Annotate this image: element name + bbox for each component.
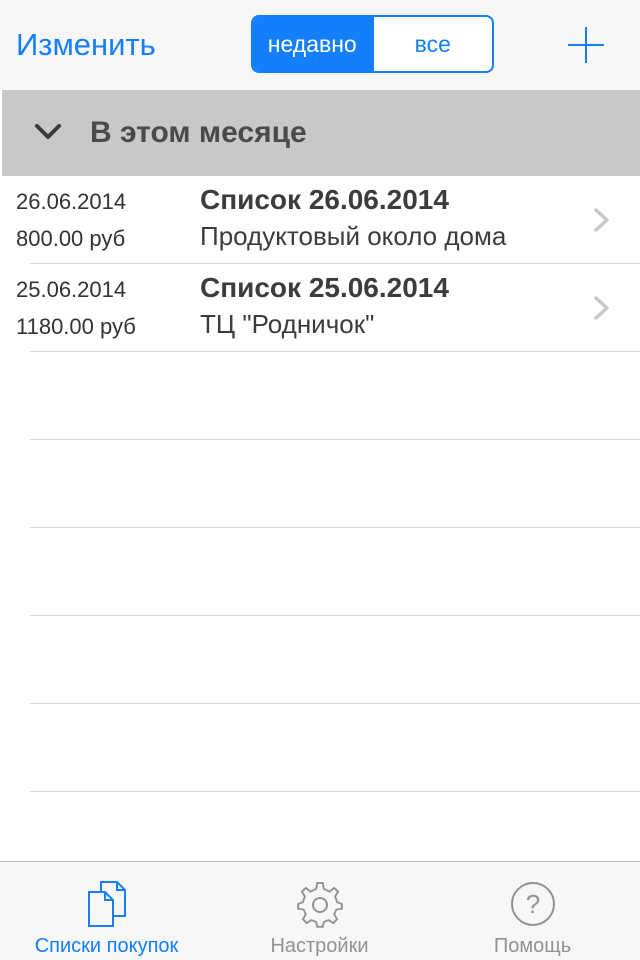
list-title: Список 25.06.2014 — [200, 272, 449, 303]
tab-bar: Списки покупок Настройки ? Помощь — [0, 861, 640, 960]
help-icon: ? — [510, 882, 555, 926]
list-item[interactable]: 26.06.2014 800.00 руб Список 26.06.2014 … — [0, 176, 640, 264]
row-separator — [30, 615, 640, 616]
chevron-right-icon — [594, 208, 609, 232]
navigation-bar: Изменить недавно все — [0, 0, 640, 90]
row-separator — [30, 351, 640, 352]
row-separator — [30, 791, 640, 792]
plus-icon[interactable] — [566, 25, 606, 65]
tab-label: Списки покупок — [34, 935, 179, 957]
row-separator — [30, 527, 640, 528]
tab-label: Помощь — [493, 935, 572, 957]
filter-segmented-control: недавно все — [251, 15, 494, 73]
section-title: В этом месяце — [90, 116, 307, 149]
list-total: 800.00 руб — [16, 226, 126, 251]
row-separator — [30, 703, 640, 704]
chevron-down-icon — [35, 124, 61, 139]
edit-button[interactable]: Изменить — [16, 26, 156, 64]
list-date: 25.06.2014 — [16, 277, 127, 302]
segment-recent[interactable]: недавно — [253, 17, 372, 71]
list-date: 26.06.2014 — [16, 189, 127, 214]
documents-icon — [87, 881, 126, 927]
list-store: Продуктовый около дома — [200, 221, 507, 251]
segment-all[interactable]: все — [371, 17, 493, 71]
tab-label: Настройки — [270, 935, 369, 957]
svg-text:?: ? — [525, 889, 539, 919]
chevron-right-icon — [594, 296, 609, 320]
list-total: 1180.00 руб — [16, 314, 136, 339]
section-header-this-month[interactable]: В этом месяце — [2, 90, 640, 176]
list-title: Список 26.06.2014 — [200, 184, 449, 215]
gear-icon — [296, 882, 343, 928]
tab-settings[interactable]: Настройки — [213, 862, 426, 960]
tab-shopping-lists[interactable]: Списки покупок — [0, 862, 213, 960]
tab-help[interactable]: ? Помощь — [426, 862, 639, 960]
list-store: ТЦ "Родничок" — [200, 309, 375, 339]
list-item[interactable]: 25.06.2014 1180.00 руб Список 25.06.2014… — [0, 264, 640, 352]
row-separator — [30, 439, 640, 440]
